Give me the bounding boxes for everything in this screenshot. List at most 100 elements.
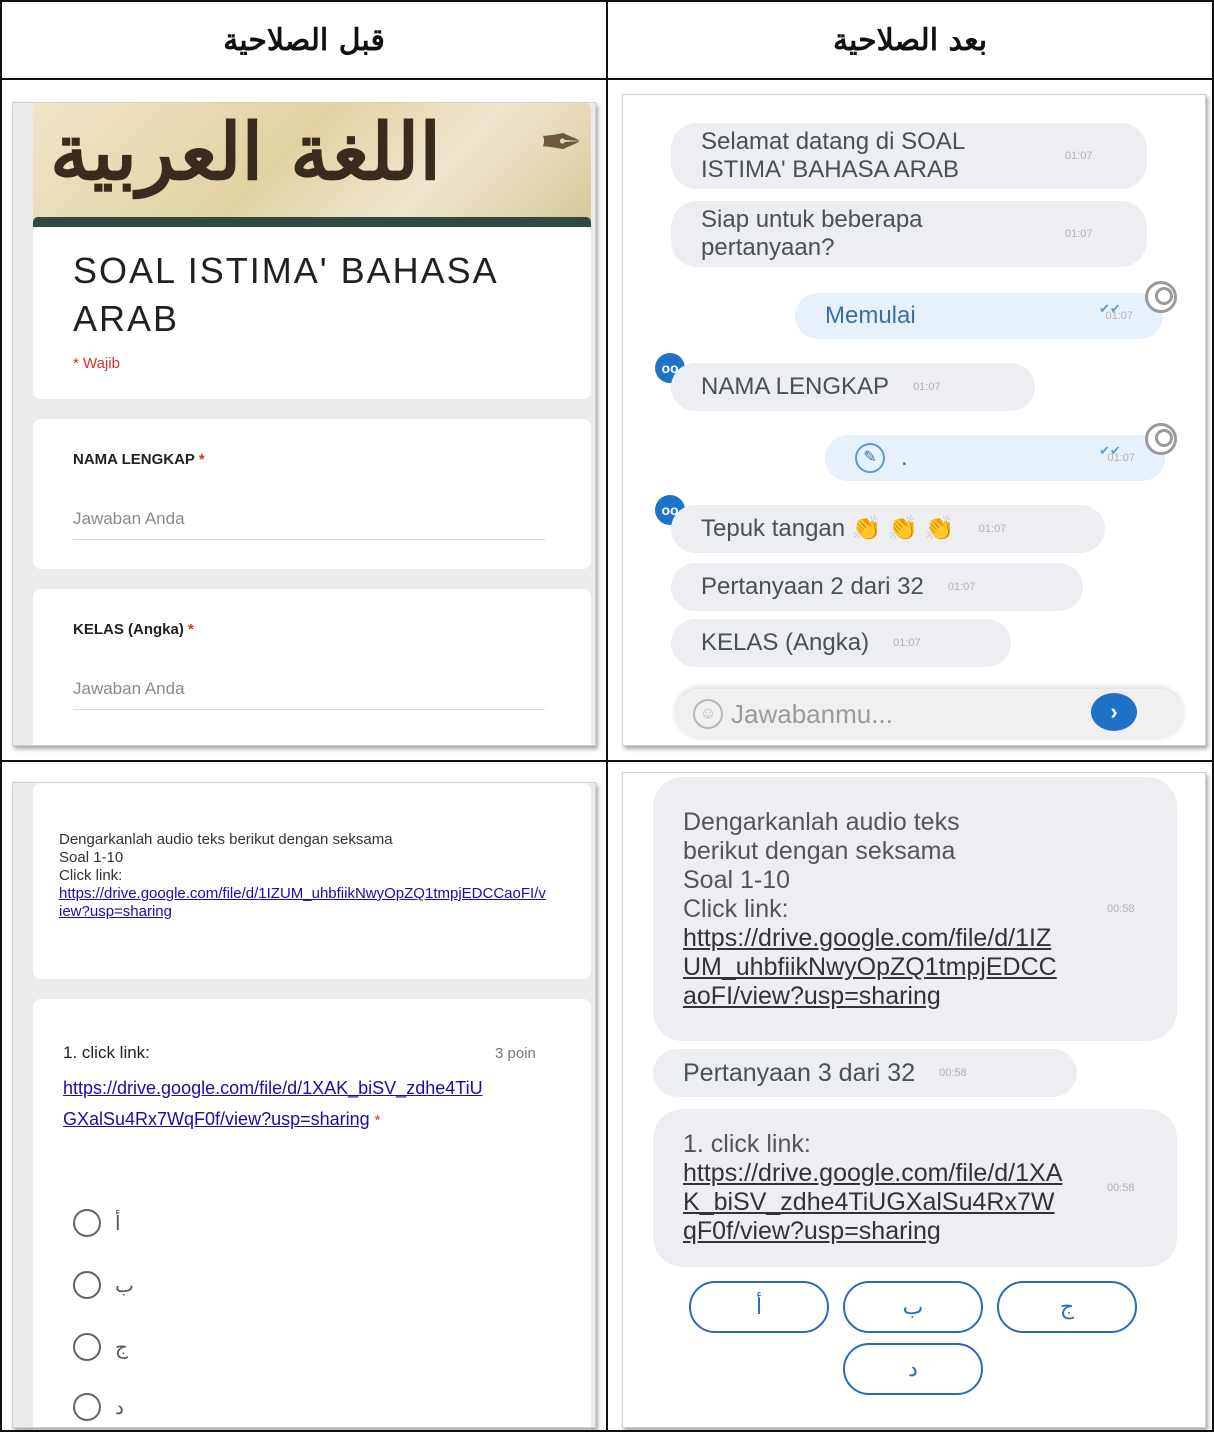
choice-button[interactable]: ب	[843, 1281, 983, 1333]
required-star: *	[198, 451, 205, 468]
required-note: * Wajib	[73, 355, 120, 372]
message-text: NAMA LENGKAP	[701, 373, 890, 400]
chat-screenshot-top: Selamat datang di SOAL ISTIMA' BAHASA AR…	[622, 94, 1206, 746]
banner-calligraphy: اللغة العربية	[49, 107, 443, 198]
question-text: NAMA LENGKAP	[73, 451, 195, 468]
answer-input-nama[interactable]: Jawaban Anda	[73, 509, 545, 540]
question-audio-link[interactable]: https://drive.google.com/file/d/1XAK_biS…	[683, 1159, 1063, 1246]
message-time: 00:58	[1107, 1182, 1135, 1194]
header-before-validation: قبل الصلاحية	[223, 22, 385, 58]
option-label: ب	[115, 1274, 134, 1297]
question-label-kelas: KELAS (Angka) *	[73, 621, 194, 638]
message-text: Pertanyaan 3 dari 32	[683, 1059, 916, 1087]
message-body: 1. click link: https://drive.google.com/…	[683, 1130, 1083, 1246]
chat-input-placeholder: Jawabanmu...	[731, 698, 893, 729]
option-label: أ	[115, 1212, 121, 1235]
google-form-screenshot-top: ✒ اللغة العربية SOAL ISTIMA' BAHASA ARAB…	[12, 102, 596, 746]
form-title-line2: ARAB	[73, 298, 180, 339]
message-time: 01:07	[1065, 150, 1093, 162]
intro-line: Dengarkanlah audio teks berikut dengan s…	[59, 831, 393, 848]
question-link-wrap: https://drive.google.com/file/d/1XAK_biS…	[63, 1073, 493, 1136]
message-text: KELAS (Angka)	[701, 629, 870, 656]
edit-pencil-icon[interactable]: ✎	[855, 443, 885, 473]
question-text: KELAS (Angka)	[73, 621, 184, 638]
chat-message-bot: Pertanyaan 2 dari 32 01:07	[671, 563, 1083, 611]
emoji-icon[interactable]: ☺	[693, 699, 723, 729]
google-form-screenshot-bottom: Dengarkanlah audio teks berikut dengan s…	[12, 782, 596, 1428]
form-title-card: SOAL ISTIMA' BAHASA ARAB * Wajib	[33, 227, 591, 399]
option-label: ج	[115, 1336, 128, 1359]
message-line: berikut dengan seksama	[683, 836, 956, 865]
send-button[interactable]: ›	[1091, 693, 1137, 731]
read-check-icon: ✔✔	[1099, 301, 1121, 316]
chat-screenshot-bottom: Dengarkanlah audio teks berikut dengan s…	[622, 772, 1206, 1428]
choice-button[interactable]: أ	[689, 1281, 829, 1333]
chat-message-bot: Tepuk tangan 👏 👏 👏 01:07	[671, 505, 1105, 553]
radio-option[interactable]: أ	[73, 1209, 121, 1237]
intro-line: Click link:	[59, 867, 123, 884]
message-line: Soal 1-10	[683, 865, 791, 894]
banner-accent-bar	[33, 217, 591, 227]
table-header-divider	[0, 78, 1214, 80]
required-star: *	[374, 1112, 381, 1129]
arabic-calligraphy-banner: ✒ اللغة العربية	[33, 103, 591, 221]
audio-link[interactable]: https://drive.google.com/file/d/1IZUM_uh…	[59, 885, 547, 921]
chat-message-bot: NAMA LENGKAP 01:07	[671, 363, 1035, 411]
user-answer: ✎ .	[855, 443, 908, 473]
radio-circle-icon[interactable]	[73, 1333, 101, 1361]
radio-circle-icon[interactable]	[73, 1393, 101, 1421]
message-text: Tepuk tangan 👏 👏 👏	[701, 515, 955, 542]
calligraphy-decoration-icon: ✒	[539, 113, 583, 173]
section-description-card: Dengarkanlah audio teks berikut dengan s…	[33, 783, 591, 979]
intro-line: Soal 1-10	[59, 849, 124, 866]
question-card-1: 1. click link: 3 poin https://drive.goog…	[33, 999, 591, 1427]
message-text: Memulai	[825, 302, 916, 329]
question-card-kelas: KELAS (Angka) * Jawaban Anda	[33, 589, 591, 745]
radio-option[interactable]: د	[73, 1393, 124, 1421]
question-title: 1. click link:	[63, 1043, 150, 1062]
message-time: 00:58	[1107, 903, 1135, 915]
chat-message-bot: 1. click link: https://drive.google.com/…	[653, 1109, 1177, 1267]
chat-message-bot: Siap untuk beberapa pertanyaan? 01:07	[671, 201, 1147, 267]
message-time: 01:07	[893, 637, 921, 649]
chat-message-bot: KELAS (Angka) 01:07	[671, 619, 1011, 667]
message-text: Siap untuk beberapa pertanyaan?	[701, 206, 923, 261]
question-audio-link[interactable]: https://drive.google.com/file/d/1XAK_biS…	[63, 1078, 483, 1129]
question-card-nama: NAMA LENGKAP * Jawaban Anda	[33, 419, 591, 569]
read-check-icon: ✔✔	[1099, 443, 1121, 458]
chat-message-bot: Dengarkanlah audio teks berikut dengan s…	[653, 777, 1177, 1041]
message-line: Dengarkanlah audio teks	[683, 807, 960, 836]
message-text: Pertanyaan 2 dari 32	[701, 573, 924, 600]
message-time: 00:58	[939, 1067, 967, 1079]
chat-message-bot: Selamat datang di SOAL ISTIMA' BAHASA AR…	[671, 123, 1147, 189]
option-label: د	[115, 1396, 124, 1419]
radio-option[interactable]: ب	[73, 1271, 134, 1299]
user-avatar-icon	[1145, 423, 1177, 455]
message-time: 01:07	[978, 523, 1007, 535]
table-column-divider	[606, 0, 608, 1432]
choice-button[interactable]: د	[843, 1343, 983, 1395]
form-title-line1: SOAL ISTIMA' BAHASA	[73, 250, 499, 291]
table-row-divider	[0, 760, 1214, 762]
message-line: 1. click link:	[683, 1130, 811, 1158]
message-line: Click link:	[683, 894, 789, 923]
message-time: 01:07	[947, 581, 976, 593]
radio-circle-icon[interactable]	[73, 1271, 101, 1299]
radio-option[interactable]: ج	[73, 1333, 128, 1361]
answer-input-kelas[interactable]: Jawaban Anda	[73, 679, 545, 710]
user-avatar-icon	[1145, 281, 1177, 313]
header-after-validation: بعد الصلاحية	[832, 22, 988, 58]
audio-link[interactable]: https://drive.google.com/file/d/1IZUM_uh…	[683, 924, 1063, 1011]
section-intro: Dengarkanlah audio teks berikut dengan s…	[59, 831, 547, 921]
question-label-nama: NAMA LENGKAP *	[73, 451, 205, 468]
chat-message-bot: Pertanyaan 3 dari 32 00:58	[653, 1049, 1077, 1097]
message-time: 01:07	[1065, 228, 1093, 240]
message-body: Dengarkanlah audio teks berikut dengan s…	[683, 808, 1083, 1011]
message-time: 01:07	[913, 381, 941, 393]
choice-button[interactable]: ج	[997, 1281, 1137, 1333]
message-text: Selamat datang di SOAL ISTIMA' BAHASA AR…	[701, 128, 965, 183]
message-text: .	[901, 444, 908, 471]
radio-circle-icon[interactable]	[73, 1209, 101, 1237]
question-points: 3 poin	[495, 1045, 536, 1062]
required-star: *	[188, 621, 194, 638]
